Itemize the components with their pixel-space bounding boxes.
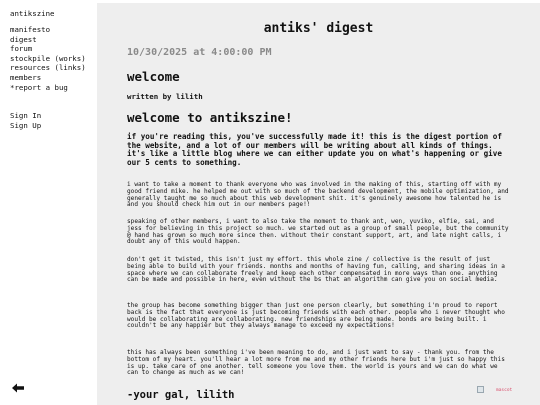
sign-up-link[interactable]: Sign Up [10, 121, 41, 131]
intro-paragraph: if you're reading this, you've successfu… [127, 132, 502, 168]
nav-item-digest[interactable]: digest [10, 35, 86, 45]
sign-in-link[interactable]: Sign In [10, 111, 41, 121]
digest-panel: antiks' digest 10/30/2025 at 4:00:00 PM … [97, 3, 540, 405]
mascot-image: mascot [477, 386, 517, 396]
post-date: 10/30/2025 at 4:00:00 PM [127, 47, 272, 58]
nav-item-stockpile[interactable]: stockpile (works) [10, 54, 86, 64]
page-title: antiks' digest [263, 21, 374, 36]
signoff: -your gal, lilith [127, 389, 235, 401]
body-paragraph: this has always been something i've been… [127, 349, 505, 377]
broken-image-icon [477, 386, 484, 393]
sidebar: antikszine manifesto digest forum stockp… [0, 0, 97, 405]
nav-item-members[interactable]: members [10, 73, 86, 83]
body-paragraph: don't get it twisted, this isn't just my… [127, 256, 505, 284]
body-paragraph: the group has become something bigger th… [127, 302, 505, 330]
left-arrow-icon[interactable] [11, 383, 25, 393]
site-title[interactable]: antikszine [10, 9, 55, 18]
nav-item-manifesto[interactable]: manifesto [10, 25, 86, 35]
nav-item-forum[interactable]: forum [10, 44, 86, 54]
post-byline: written by lilith [127, 92, 203, 101]
body-paragraph: i want to take a moment to thank everyon… [127, 181, 509, 209]
mascot-alt-text: mascot [496, 388, 513, 393]
post-heading: welcome [127, 69, 180, 84]
auth-links: Sign In Sign Up [10, 111, 41, 130]
nav-item-resources[interactable]: resources (links) [10, 63, 86, 73]
sidebar-nav: manifesto digest forum stockpile (works)… [10, 25, 86, 92]
nav-item-report-bug[interactable]: *report a bug [10, 83, 86, 93]
body-paragraph: speaking of other members, i want to als… [127, 218, 509, 246]
welcome-heading: welcome to antikszine! [127, 110, 293, 125]
